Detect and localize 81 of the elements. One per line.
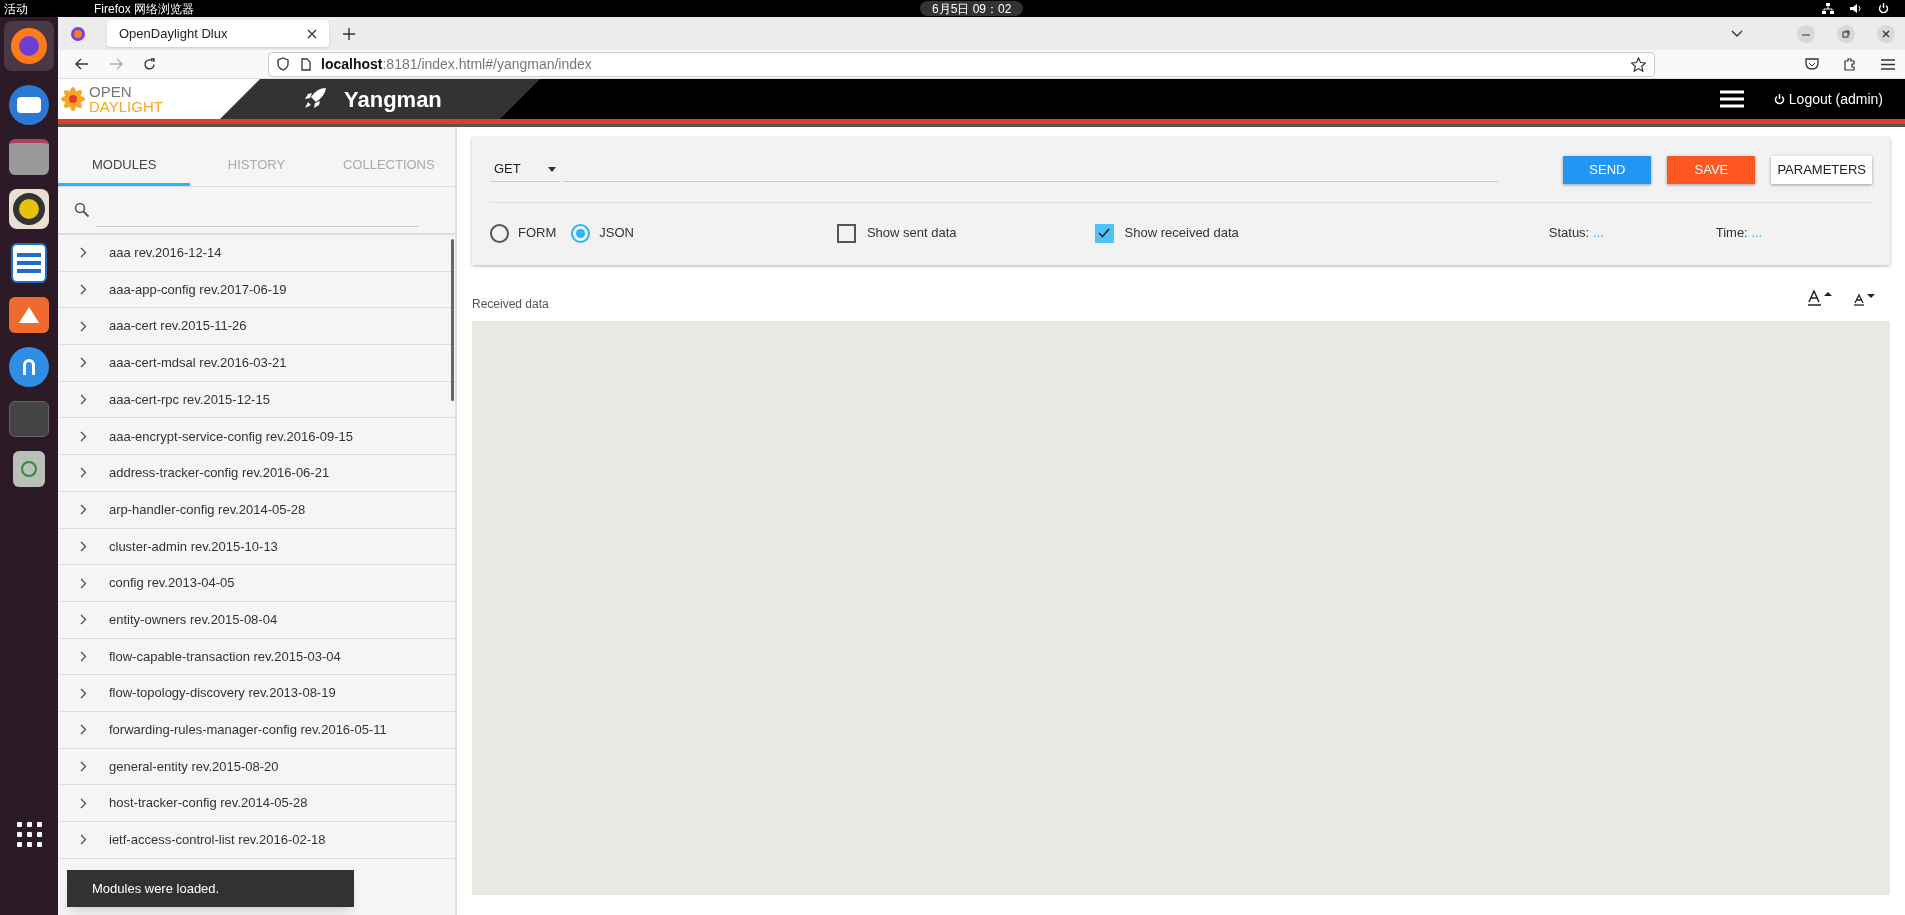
font-decrease-icon[interactable] — [1854, 292, 1876, 306]
format-radio[interactable]: FORM — [490, 223, 557, 243]
option-checkbox[interactable]: Show received data — [1094, 223, 1239, 243]
chevron-right-icon — [80, 540, 87, 552]
store-icon[interactable] — [9, 297, 49, 333]
status-label: Status: ... — [1548, 224, 1604, 243]
chevron-right-icon — [80, 614, 87, 626]
checkmark-icon — [1098, 228, 1111, 238]
shield-icon[interactable] — [277, 57, 289, 71]
chevron-right-icon — [80, 834, 87, 846]
activities-label[interactable]: 活动 — [4, 2, 94, 15]
module-row[interactable]: forwarding-rules-manager-config rev.2016-05-11 — [58, 711, 455, 749]
action-button[interactable]: PARAMETERS — [1771, 155, 1872, 184]
method-dropdown[interactable]: GET — [490, 157, 560, 182]
power-icon[interactable] — [1878, 3, 1889, 14]
back-arrow-icon[interactable] — [75, 58, 89, 70]
sidebar-tab[interactable]: MODULES — [58, 146, 191, 186]
module-row[interactable]: config rev.2013-04-05 — [58, 565, 455, 602]
chevron-right-icon — [80, 577, 87, 589]
address-bar[interactable]: localhost:8181/index.html#/yangman/index — [268, 51, 1655, 77]
module-row[interactable]: entity-owners rev.2015-08-04 — [58, 601, 455, 639]
module-row[interactable]: ietf-access-control-list rev.2016-02-18 — [58, 822, 455, 859]
format-radio[interactable]: JSON — [571, 223, 634, 243]
logo-top-text: OPEN — [89, 84, 133, 99]
module-row[interactable]: cluster-admin rev.2015-10-13 — [58, 528, 455, 566]
chevron-right-icon — [80, 430, 87, 442]
chevron-right-icon — [80, 467, 87, 479]
module-row[interactable]: arp-handler-config rev.2014-05-28 — [58, 491, 455, 529]
caret-icon — [548, 166, 556, 172]
time-label: Time: ... — [1715, 224, 1763, 243]
rocket-icon — [302, 87, 328, 111]
app-name: Firefox 网络浏览器 — [94, 2, 194, 15]
page-icon[interactable] — [301, 57, 311, 71]
toast: Modules were loaded. — [67, 870, 354, 907]
apps-grid-icon[interactable] — [16, 822, 42, 847]
chevron-down-icon[interactable] — [1731, 29, 1743, 38]
logo-bottom-text: DAYLIGHT — [89, 99, 163, 114]
chevron-right-icon — [80, 504, 87, 516]
restore-icon[interactable] — [1837, 24, 1855, 43]
volume-icon[interactable] — [1850, 3, 1862, 14]
module-row[interactable]: address-tracker-config rev.2016-06-21 — [58, 455, 455, 492]
chevron-right-icon — [80, 320, 87, 332]
browser-tab[interactable]: OpenDaylight Dlux — [107, 20, 329, 47]
chevron-right-icon — [80, 760, 87, 772]
close-icon[interactable] — [1877, 24, 1895, 43]
module-row[interactable]: host-tracker-config rev.2014-05-28 — [58, 785, 455, 822]
option-checkbox[interactable]: Show sent data — [836, 223, 957, 243]
folder-icon[interactable] — [9, 139, 49, 175]
module-row[interactable]: flow-capable-transaction rev.2015-03-04 — [58, 638, 455, 676]
font-increase-icon[interactable] — [1808, 290, 1834, 306]
chevron-right-icon — [80, 394, 87, 406]
puzzle-icon[interactable] — [1843, 57, 1857, 71]
chevron-right-icon — [80, 247, 87, 259]
document-icon[interactable] — [11, 243, 47, 283]
flower-icon — [60, 86, 86, 112]
url-text: localhost:8181/index.html#/yangman/index — [321, 54, 592, 74]
chevron-right-icon — [80, 687, 87, 699]
menu-icon[interactable] — [1881, 58, 1895, 70]
speaker-icon[interactable] — [9, 189, 49, 229]
network-icon[interactable] — [1822, 3, 1834, 14]
browser-icon[interactable] — [4, 21, 54, 71]
power-icon — [1773, 93, 1785, 105]
reload-icon[interactable] — [143, 57, 156, 71]
new-tab-icon[interactable] — [343, 27, 355, 40]
received-data-label: Received data — [472, 296, 549, 313]
module-row[interactable]: aaa-encrypt-service-config rev.2016-09-15 — [58, 418, 455, 456]
minimize-icon[interactable] — [1797, 24, 1815, 43]
chevron-right-icon — [80, 724, 87, 736]
module-row[interactable]: flow-topology-discovery rev.2013-08-19 — [58, 675, 455, 712]
chevron-right-icon — [80, 357, 87, 369]
clock[interactable]: 6月5日 09：02 — [920, 1, 1024, 16]
app-title: Yangman — [344, 85, 442, 114]
search-icon — [74, 202, 90, 218]
star-icon[interactable] — [1631, 56, 1646, 72]
chevron-right-icon — [80, 284, 87, 296]
mail-icon[interactable] — [9, 85, 49, 125]
logout-button[interactable]: Logout (admin) — [1773, 88, 1883, 110]
close-icon[interactable] — [307, 28, 317, 39]
chevron-right-icon — [80, 797, 87, 809]
chevron-right-icon — [80, 650, 87, 662]
module-row[interactable]: general-entity rev.2015-08-20 — [58, 748, 455, 786]
